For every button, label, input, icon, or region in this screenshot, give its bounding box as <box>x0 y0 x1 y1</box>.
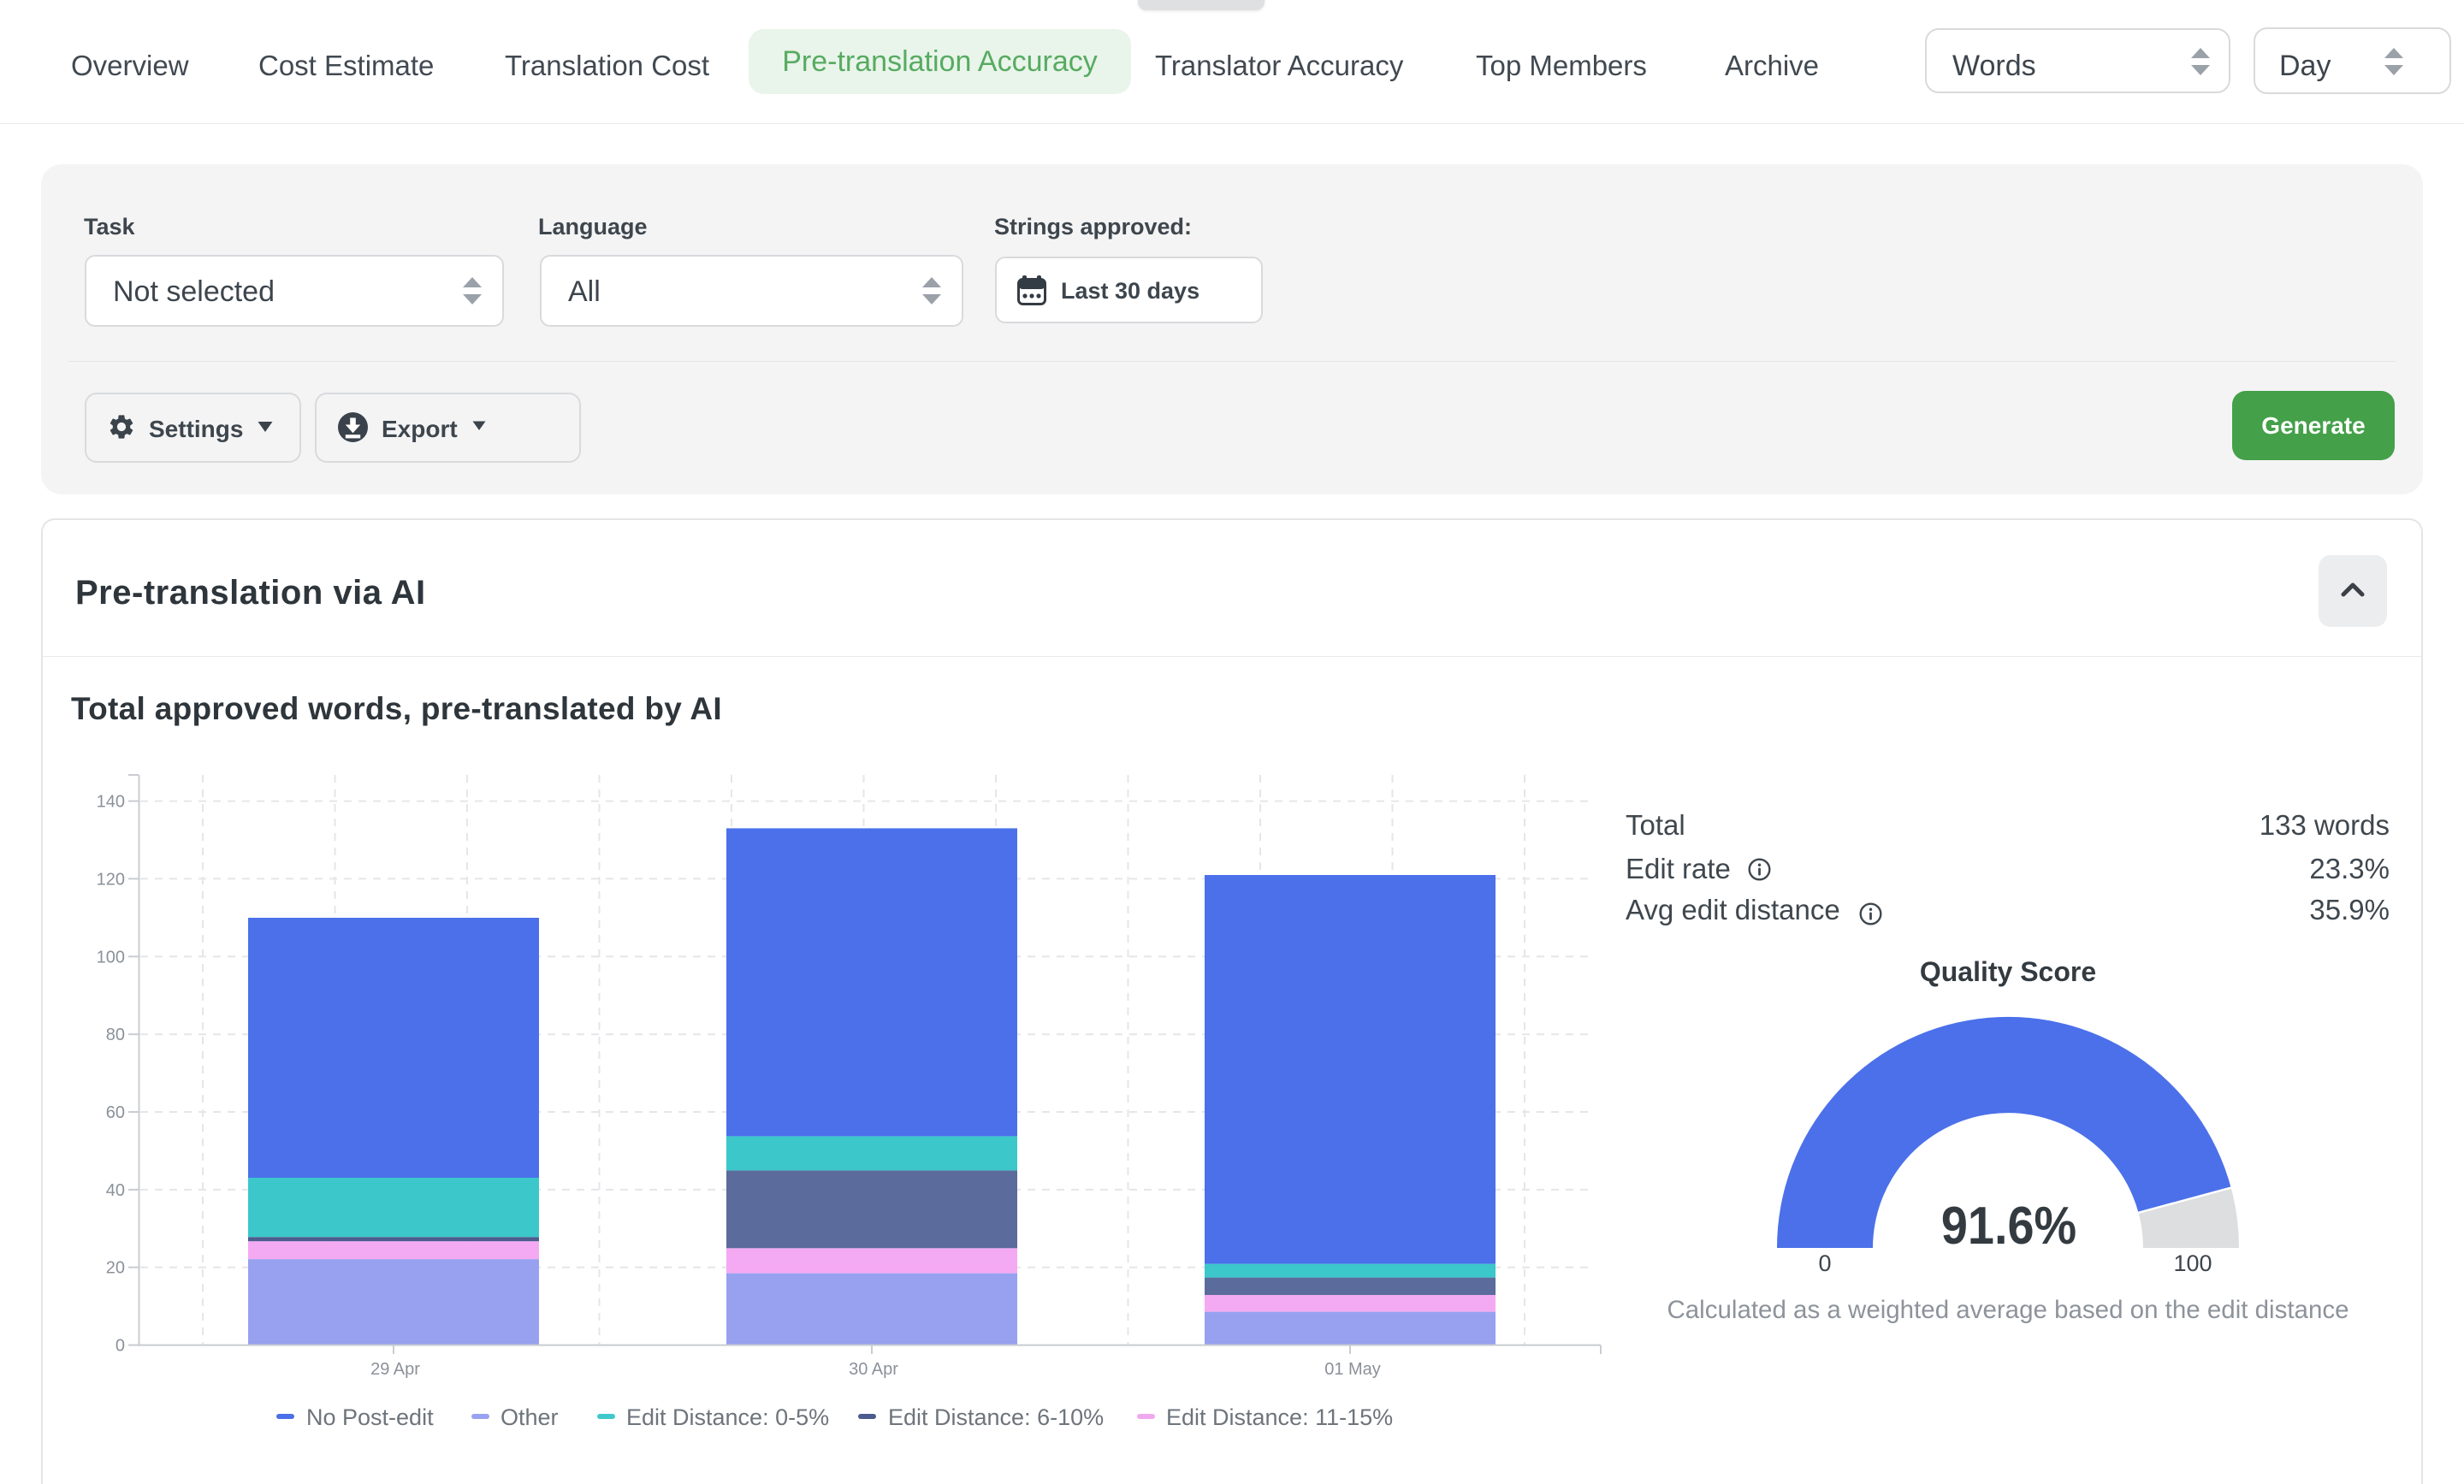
svg-text:60: 60 <box>106 1103 125 1122</box>
svg-text:0: 0 <box>116 1337 125 1356</box>
svg-text:Edit Distance: 6-10%: Edit Distance: 6-10% <box>888 1404 1104 1430</box>
svg-text:40: 40 <box>106 1181 125 1200</box>
svg-text:120: 120 <box>97 870 125 889</box>
svg-text:100: 100 <box>97 948 125 967</box>
svg-text:Other: Other <box>500 1404 559 1430</box>
svg-text:29 Apr: 29 Apr <box>370 1360 420 1379</box>
svg-text:20: 20 <box>106 1259 125 1278</box>
svg-text:80: 80 <box>106 1026 125 1044</box>
svg-text:No Post-edit: No Post-edit <box>306 1404 434 1430</box>
svg-text:01 May: 01 May <box>1324 1360 1381 1379</box>
svg-text:Edit Distance: 11-15%: Edit Distance: 11-15% <box>1166 1404 1393 1430</box>
svg-text:Edit Distance: 0-5%: Edit Distance: 0-5% <box>626 1404 829 1430</box>
svg-text:30 Apr: 30 Apr <box>849 1360 898 1379</box>
svg-text:140: 140 <box>97 793 125 812</box>
